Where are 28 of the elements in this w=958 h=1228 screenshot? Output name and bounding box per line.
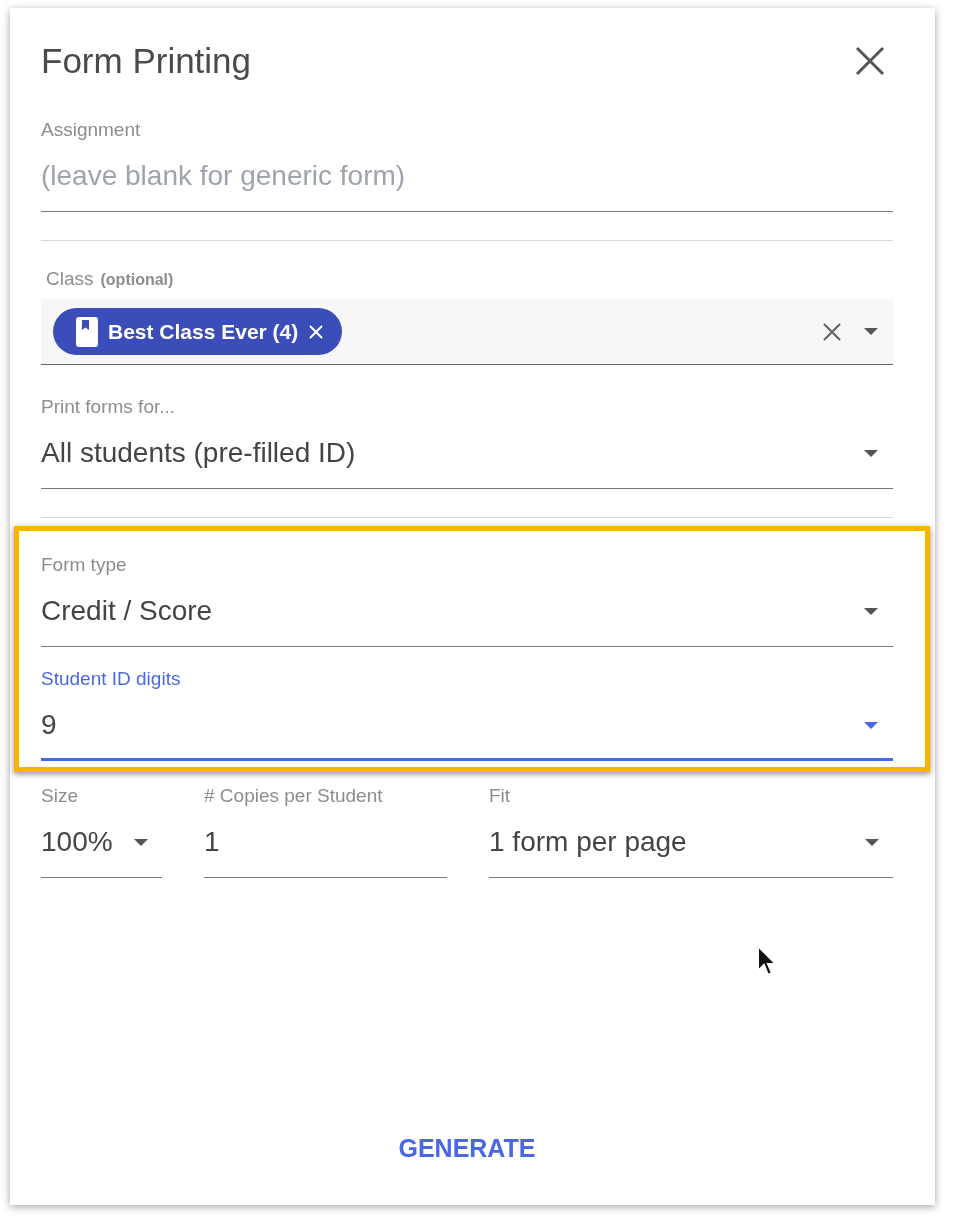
- field-label: Form type: [41, 553, 128, 577]
- select-field[interactable]: 100%: [41, 822, 162, 878]
- select-field[interactable]: Credit / Score: [41, 591, 893, 647]
- close-icon[interactable]: [855, 46, 885, 76]
- generate-button[interactable]: GENERATE: [386, 1126, 548, 1171]
- dropdown-arrow-icon[interactable]: [864, 449, 878, 457]
- select-field[interactable]: 9: [41, 705, 893, 761]
- field-label: # Copies per Student: [204, 784, 384, 808]
- select-field[interactable]: 1 form per page: [489, 822, 893, 878]
- chip-select-field[interactable]: Best Class Ever (4): [41, 299, 893, 365]
- dropdown-arrow-icon[interactable]: [134, 838, 148, 846]
- field-label: Class (optional): [45, 267, 175, 291]
- field-label: Fit: [489, 784, 512, 808]
- field-label: Assignment: [41, 118, 142, 142]
- dropdown-arrow-icon[interactable]: [864, 328, 878, 335]
- clear-icon[interactable]: [822, 321, 842, 342]
- remove-icon[interactable]: [308, 323, 325, 340]
- field-label: Size: [41, 784, 79, 808]
- bookmark-icon: [76, 316, 98, 347]
- dropdown-arrow-icon[interactable]: [864, 721, 878, 729]
- select-field[interactable]: All students (pre-filled ID): [41, 433, 893, 489]
- field-label: Print forms for...: [41, 395, 177, 419]
- class-chip[interactable]: Best Class Ever (4): [53, 308, 343, 355]
- dropdown-arrow-icon[interactable]: [865, 838, 879, 846]
- input-field[interactable]: 1: [204, 822, 447, 878]
- dropdown-arrow-icon[interactable]: [864, 607, 878, 615]
- field-label: Student ID digits: [41, 667, 182, 691]
- dialog-title: Form Printing: [41, 41, 252, 81]
